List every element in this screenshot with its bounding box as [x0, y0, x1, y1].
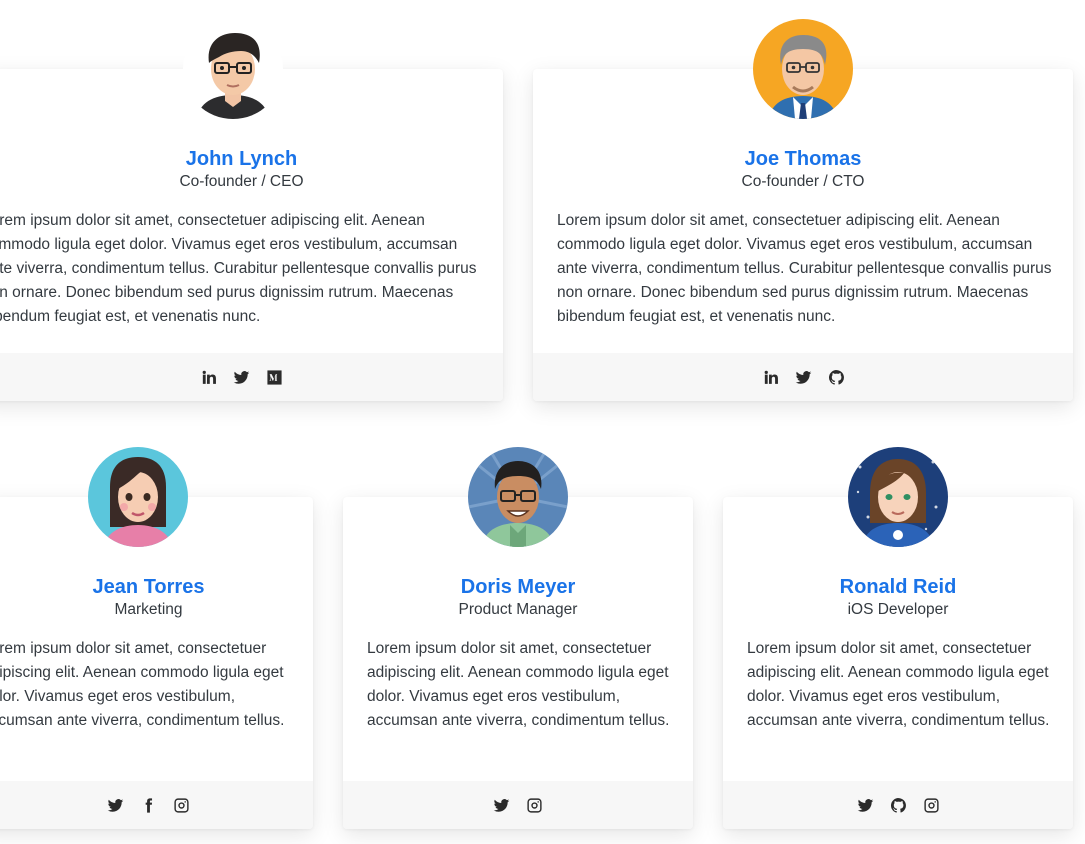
avatar-jean-torres — [88, 447, 188, 547]
avatar-joe-thomas — [753, 19, 853, 119]
twitter-icon[interactable] — [493, 796, 511, 814]
medium-icon[interactable] — [266, 368, 284, 386]
card-footer — [343, 781, 693, 829]
card-footer — [0, 781, 313, 829]
avatar-doris-meyer — [468, 447, 568, 547]
member-name: Ronald Reid — [839, 576, 957, 598]
twitter-icon[interactable] — [233, 368, 251, 386]
twitter-icon[interactable] — [794, 368, 812, 386]
member-bio: Lorem ipsum dolor sit amet, consectetuer… — [747, 640, 1050, 729]
member-bio: Lorem ipsum dolor sit amet, consectetuer… — [367, 640, 670, 729]
linkedin-icon[interactable] — [200, 368, 218, 386]
member-role: iOS Developer — [847, 601, 949, 618]
member-name: Doris Meyer — [460, 576, 576, 598]
instagram-icon[interactable] — [526, 796, 544, 814]
card-footer — [0, 353, 503, 401]
github-icon[interactable] — [827, 368, 845, 386]
team-section: John Lynch Co-founder / CEO Lorem ipsum … — [0, 0, 1085, 844]
twitter-icon[interactable] — [856, 796, 874, 814]
member-role: Product Manager — [458, 601, 578, 618]
instagram-icon[interactable] — [173, 796, 191, 814]
team-card: Jean Torres Marketing Lorem ipsum dolor … — [0, 497, 313, 829]
instagram-icon[interactable] — [922, 796, 940, 814]
member-bio: Lorem ipsum dolor sit amet, consectetuer… — [0, 212, 477, 325]
linkedin-icon[interactable] — [761, 368, 779, 386]
card-footer — [533, 353, 1073, 401]
member-bio: Lorem ipsum dolor sit amet, consectetuer… — [557, 212, 1052, 325]
avatar-john-lynch — [183, 19, 283, 119]
github-icon[interactable] — [889, 796, 907, 814]
member-role: Co-founder / CEO — [179, 173, 304, 190]
twitter-icon[interactable] — [107, 796, 125, 814]
member-name: John Lynch — [185, 148, 298, 170]
member-name: Joe Thomas — [744, 148, 862, 170]
team-card: John Lynch Co-founder / CEO Lorem ipsum … — [0, 69, 503, 401]
member-role: Marketing — [114, 601, 183, 618]
avatar-ronald-reid — [848, 447, 948, 547]
member-bio: Lorem ipsum dolor sit amet, consectetuer… — [0, 640, 285, 729]
member-role: Co-founder / CTO — [741, 173, 865, 190]
card-footer — [723, 781, 1073, 829]
facebook-icon[interactable] — [140, 796, 158, 814]
member-name: Jean Torres — [92, 576, 205, 598]
